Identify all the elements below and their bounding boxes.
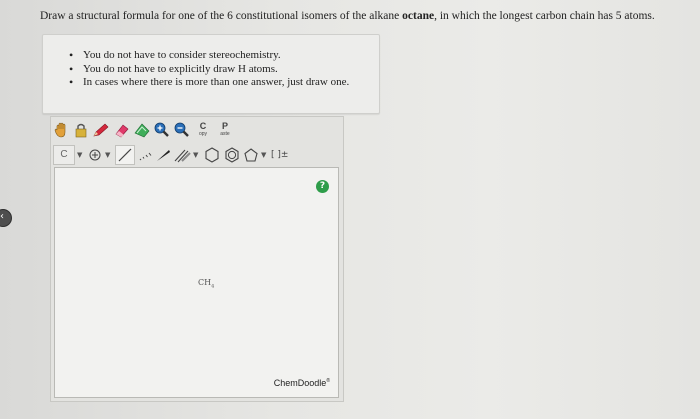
toolbar-bottom: C ▼ ▼ ▼ ▼ [ ]± bbox=[53, 144, 297, 166]
question-after: , in which the longest carbon chain has … bbox=[434, 10, 655, 22]
question-text: Draw a structural formula for one of the… bbox=[40, 10, 655, 22]
instructions-list: You do not have to consider stereochemis… bbox=[43, 35, 379, 90]
charge-bracket-button[interactable]: [ ]± bbox=[271, 146, 295, 164]
copy-button[interactable]: C opy bbox=[193, 120, 213, 140]
chemdoodle-logo: ChemDoodle® bbox=[274, 378, 330, 388]
paste-big-label: P bbox=[221, 121, 228, 131]
bond-dropdown-icon[interactable]: ▼ bbox=[193, 146, 201, 164]
zoom-out-icon[interactable] bbox=[173, 121, 191, 139]
copy-big-label: C bbox=[199, 121, 207, 131]
hand-pan-icon[interactable] bbox=[53, 121, 71, 139]
help-label: ? bbox=[319, 181, 326, 191]
charge-dropdown-icon[interactable]: ▼ bbox=[105, 146, 113, 164]
drawing-canvas[interactable]: ? CH4 ChemDoodle® bbox=[54, 167, 339, 398]
atom-subscript: 4 bbox=[211, 283, 215, 290]
copy-small-label: opy bbox=[198, 131, 208, 137]
charge-bracket-label: [ ]± bbox=[271, 150, 289, 160]
question-emphasis: octane bbox=[402, 10, 435, 22]
charge-plus-icon[interactable] bbox=[87, 146, 103, 164]
lock-icon[interactable] bbox=[73, 121, 89, 139]
wedge-bond-icon[interactable] bbox=[155, 146, 171, 164]
instructions-box: You do not have to consider stereochemis… bbox=[42, 34, 380, 114]
paste-small-label: aste bbox=[220, 131, 230, 137]
brand-label: ChemDoodle bbox=[273, 378, 327, 388]
question-before: Draw a structural formula for one of the… bbox=[40, 10, 403, 22]
pencil-icon[interactable] bbox=[91, 121, 111, 139]
toolbar-top: C opy P aste bbox=[53, 119, 237, 141]
single-bond-icon[interactable] bbox=[115, 145, 135, 165]
registered-mark: ® bbox=[326, 378, 330, 384]
instruction-item: In cases where there is more than one an… bbox=[69, 76, 379, 90]
zoom-in-icon[interactable] bbox=[153, 121, 171, 139]
element-label: C bbox=[60, 149, 68, 160]
paste-button[interactable]: P aste bbox=[215, 120, 235, 140]
element-select-button[interactable]: C bbox=[53, 145, 75, 165]
ring-dropdown-icon[interactable]: ▼ bbox=[261, 146, 269, 164]
pentagon-ring-icon[interactable] bbox=[243, 146, 259, 164]
element-dropdown-icon[interactable]: ▼ bbox=[77, 146, 85, 164]
methane-atom-label[interactable]: CH4 bbox=[198, 278, 214, 290]
chemdoodle-sketcher: C opy P aste C ▼ ▼ ▼ ▼ []± ? CH4 ChemDo… bbox=[50, 116, 344, 402]
chevron-left-icon: ‹ bbox=[0, 211, 4, 222]
lasso-icon[interactable] bbox=[133, 121, 151, 139]
instruction-item: You do not have to explicitly draw H ato… bbox=[69, 63, 379, 77]
atom-label: CH bbox=[198, 278, 212, 287]
eraser-icon[interactable] bbox=[113, 121, 131, 139]
help-icon[interactable]: ? bbox=[316, 180, 329, 193]
benzene-ring-icon[interactable] bbox=[223, 146, 241, 164]
collapse-tab-button[interactable]: ‹ bbox=[0, 209, 12, 227]
instruction-item: You do not have to consider stereochemis… bbox=[69, 49, 379, 63]
double-bond-icon[interactable] bbox=[173, 146, 191, 164]
hashed-bond-icon[interactable] bbox=[137, 146, 153, 164]
hexagon-ring-icon[interactable] bbox=[203, 146, 221, 164]
